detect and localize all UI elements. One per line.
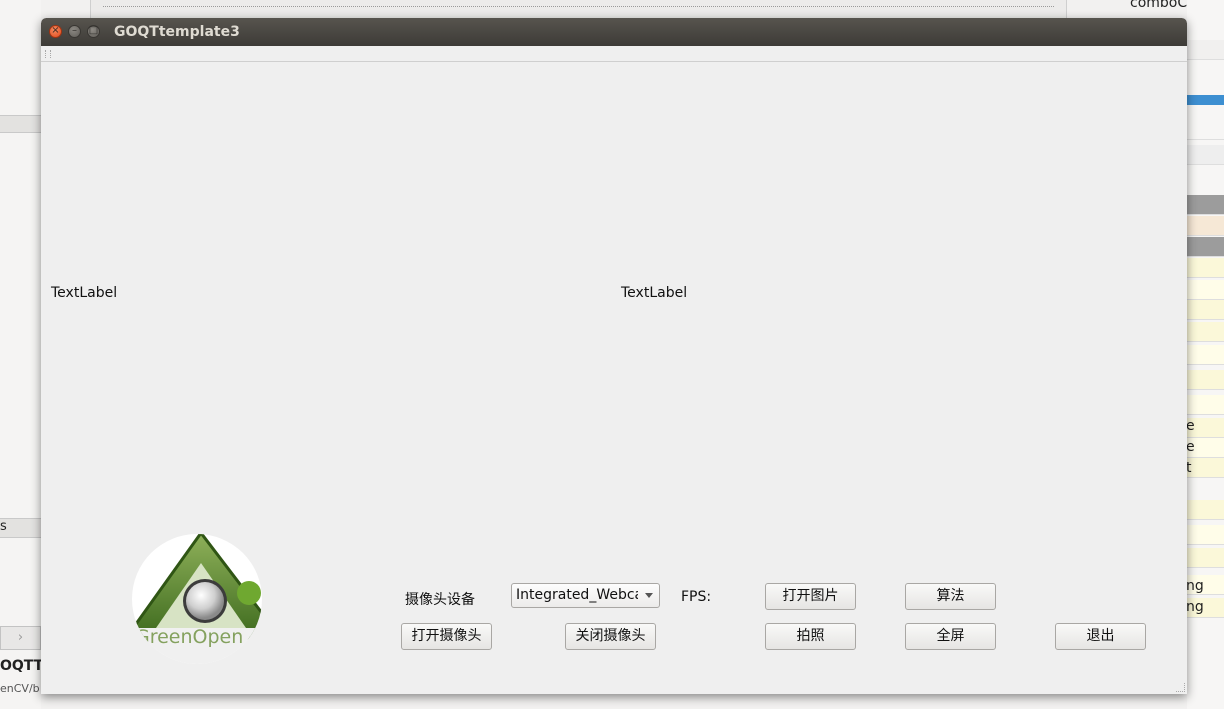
background-left-text: s xyxy=(0,519,7,534)
fps-label: FPS: xyxy=(681,589,712,605)
close-camera-button[interactable]: 关闭摄像头 xyxy=(565,623,656,650)
camera-device-label: 摄像头设备 xyxy=(405,592,475,608)
left-image-label: TextLabel xyxy=(51,285,118,301)
svg-text:GreenOpen: GreenOpen xyxy=(135,626,243,648)
app-window: × – □ GOQTtemplate3 TextLabel TextLabel xyxy=(41,18,1187,694)
take-photo-button[interactable]: 拍照 xyxy=(765,623,856,650)
toolbar xyxy=(41,46,1187,62)
background-prop-text: e xyxy=(1187,418,1195,434)
right-image-label: TextLabel xyxy=(621,285,688,301)
camera-select[interactable]: Integrated_Webca xyxy=(511,583,660,608)
window-title: GOQTtemplate3 xyxy=(114,24,240,40)
background-path-text: enCV/b xyxy=(0,682,40,695)
background-designer-grid xyxy=(90,0,1067,18)
background-left-panel: s › OQTT enCV/b xyxy=(0,0,44,709)
maximize-icon: □ xyxy=(88,25,99,36)
title-bar[interactable]: × – □ GOQTtemplate3 xyxy=(41,18,1187,46)
open-camera-button[interactable]: 打开摄像头 xyxy=(401,623,492,650)
background-project-name: OQTT xyxy=(0,658,44,674)
background-prop-text: t xyxy=(1187,460,1192,476)
camera-select-value: Integrated_Webca xyxy=(516,587,638,603)
close-icon: × xyxy=(51,25,60,36)
chevron-down-icon xyxy=(645,593,653,598)
background-prop-text: e xyxy=(1187,439,1195,455)
background-prop-text: ng xyxy=(1187,578,1204,594)
maximize-window-button[interactable]: □ xyxy=(87,25,100,38)
minimize-icon: – xyxy=(72,25,77,36)
background-left-header xyxy=(0,115,41,133)
background-property-panel: e e t ng ng xyxy=(1187,0,1224,709)
toolbar-grip-icon[interactable] xyxy=(45,50,51,58)
algorithm-button[interactable]: 算法 xyxy=(905,583,996,610)
background-nav-arrow-button[interactable]: › xyxy=(0,626,41,650)
exit-button[interactable]: 退出 xyxy=(1055,623,1146,650)
resize-grip-icon[interactable] xyxy=(1176,683,1185,692)
greenopen-logo: GreenOpen xyxy=(132,534,262,664)
background-prop-text: ng xyxy=(1187,599,1204,615)
close-window-button[interactable]: × xyxy=(49,25,62,38)
minimize-window-button[interactable]: – xyxy=(68,25,81,38)
fullscreen-button[interactable]: 全屏 xyxy=(905,623,996,650)
open-image-button[interactable]: 打开图片 xyxy=(765,583,856,610)
